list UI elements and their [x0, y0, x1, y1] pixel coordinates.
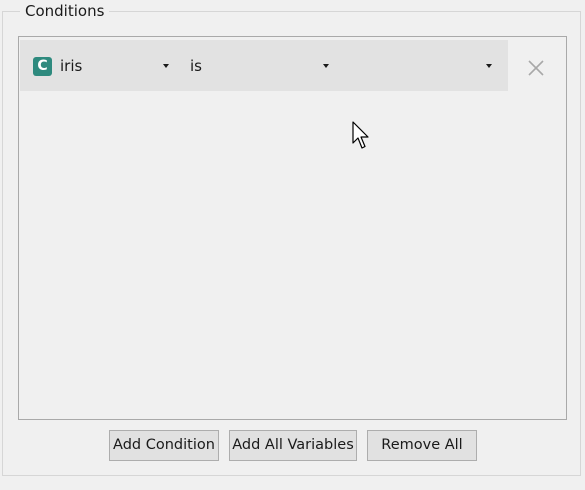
- variable-select-value: iris: [60, 57, 83, 75]
- operator-select[interactable]: is: [190, 54, 330, 78]
- value-select[interactable]: [350, 54, 495, 78]
- condition-row: C iris is: [20, 40, 508, 91]
- remove-all-button[interactable]: Remove All: [367, 430, 477, 461]
- conditions-group-title: Conditions: [20, 2, 110, 20]
- add-all-variables-button[interactable]: Add All Variables: [229, 430, 357, 461]
- variable-select[interactable]: iris: [60, 54, 170, 78]
- categorical-variable-icon: C: [33, 57, 52, 76]
- add-condition-button[interactable]: Add Condition: [109, 430, 219, 461]
- dropdown-arrow-icon: [486, 64, 492, 68]
- close-icon: [528, 60, 544, 76]
- dropdown-arrow-icon: [323, 64, 329, 68]
- remove-condition-button[interactable]: [526, 58, 546, 78]
- conditions-list[interactable]: C iris is: [18, 36, 567, 420]
- operator-select-value: is: [190, 57, 202, 75]
- dropdown-arrow-icon: [163, 64, 169, 68]
